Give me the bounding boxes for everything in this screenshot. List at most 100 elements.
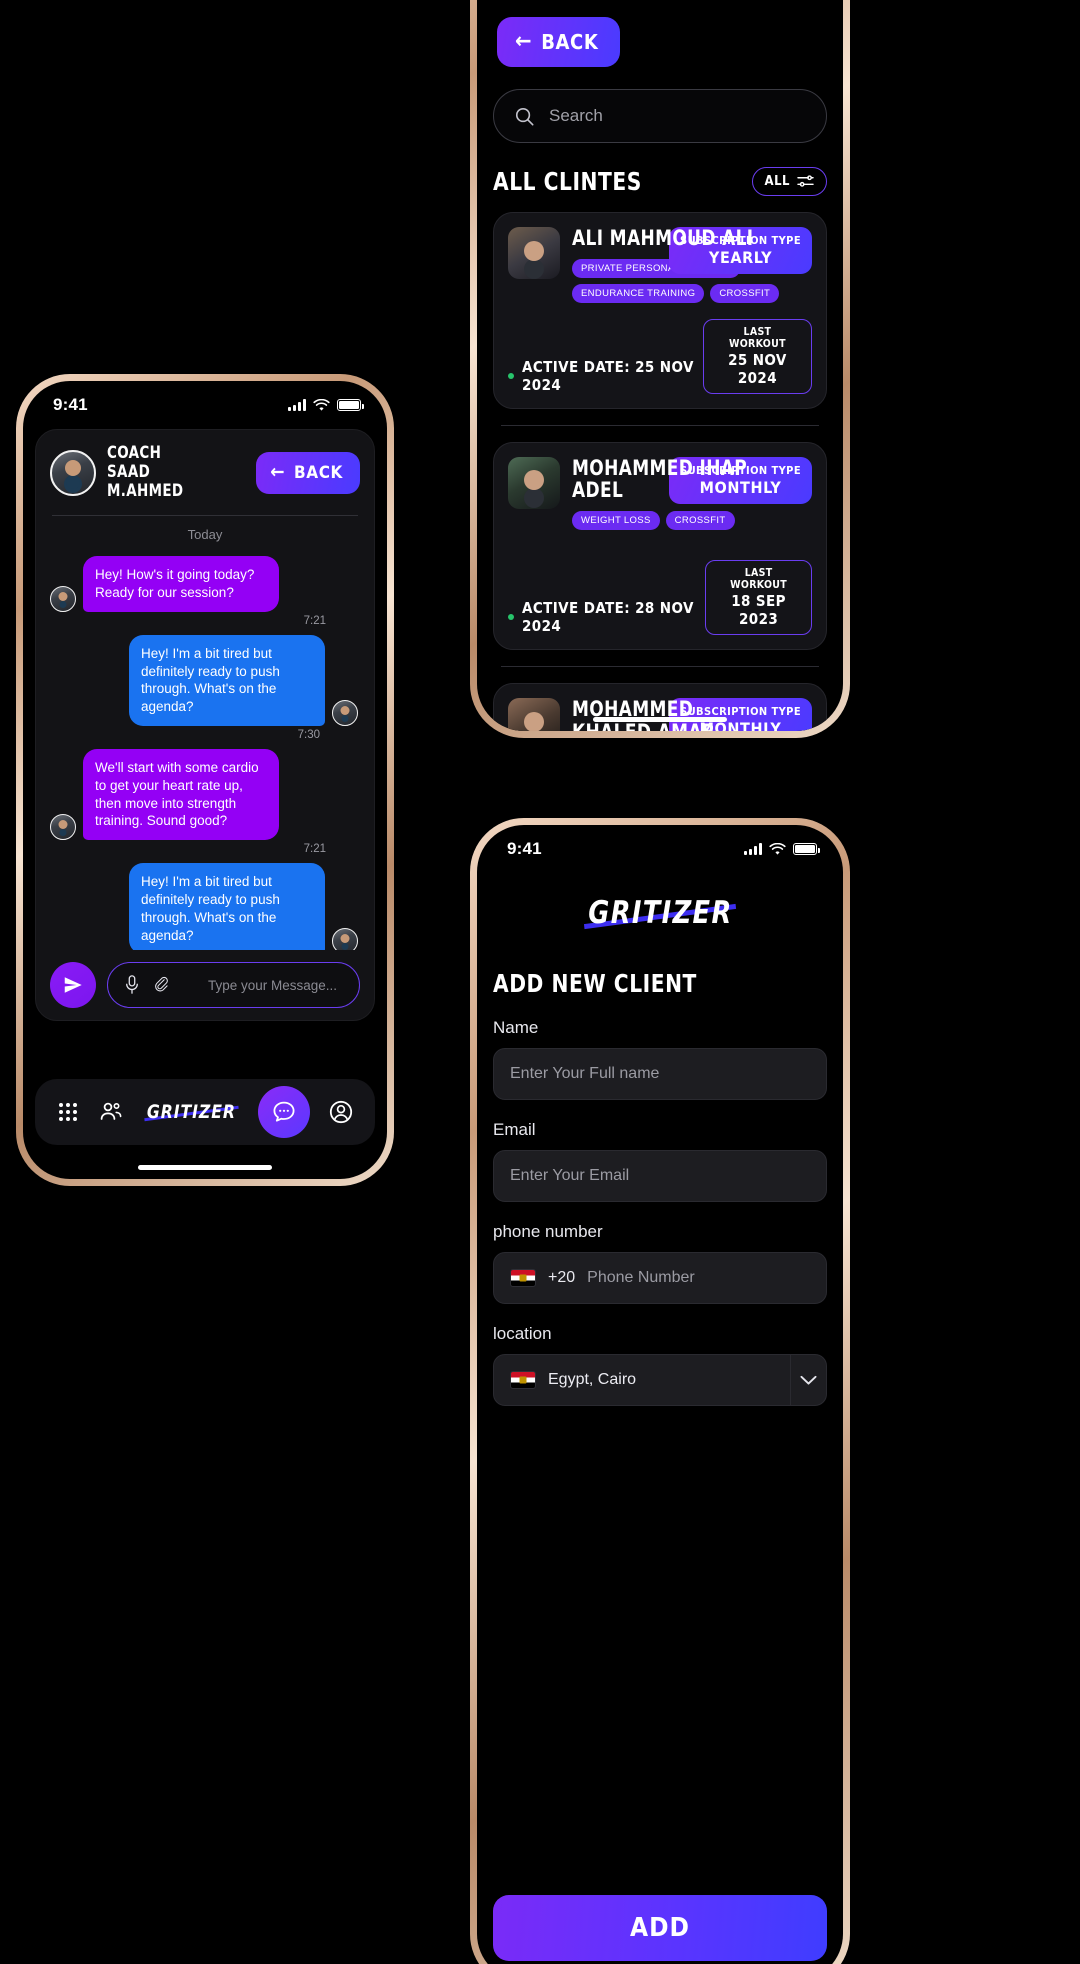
- last-workout-key: LAST WORKOUT: [729, 325, 786, 350]
- phone-field[interactable]: +20 Phone Number: [493, 1252, 827, 1304]
- paperclip-icon[interactable]: [152, 975, 171, 995]
- add-client-body: GRITIZER ADD NEW CLIENT Name Enter Your …: [477, 895, 843, 1406]
- name-label: Name: [493, 1018, 539, 1037]
- clients-back-button[interactable]: ← BACK: [497, 17, 621, 67]
- brand-logo-text: GRITIZER: [587, 895, 733, 931]
- day-separator: Today: [187, 527, 223, 543]
- tab-brand-home[interactable]: GRITIZER: [143, 1101, 240, 1123]
- phone-chat-mockup: 9:41 COACH SAAD M.AHMED ← BACK Today Hey…: [16, 374, 394, 1186]
- location-select[interactable]: Egypt, Cairo: [493, 1354, 827, 1406]
- client-tag: CROSSFIT: [665, 511, 735, 531]
- client-tag: CROSSFIT: [710, 283, 780, 303]
- tab-grid[interactable]: [56, 1100, 80, 1124]
- coach-role: COACH: [107, 443, 162, 463]
- client-name: ALI MAHMOUD ALI: [572, 226, 754, 250]
- client-active-date: ACTIVE DATE: 25 NOV 2024: [522, 357, 694, 394]
- last-workout-value: 25 NOV 2024: [728, 350, 787, 387]
- client-name: MOHAMMED KHALED AMAR: [572, 697, 715, 731]
- location-value: Egypt, Cairo: [548, 1371, 637, 1388]
- bottom-tab-bar: GRITIZER: [35, 1079, 375, 1145]
- brand-logo-wrap: GRITIZER: [493, 895, 827, 931]
- notch: [601, 825, 719, 849]
- message-bubble: We'll start with some cardio to get your…: [83, 748, 279, 841]
- coach-name-block: COACH SAAD M.AHMED: [107, 443, 245, 502]
- chat-card: COACH SAAD M.AHMED ← BACK Today Hey! How…: [35, 429, 375, 1021]
- email-field[interactable]: Enter Your Email: [493, 1150, 827, 1202]
- chevron-down-icon[interactable]: [790, 1355, 826, 1405]
- add-button[interactable]: ADD: [493, 1895, 827, 1961]
- filter-sliders-icon: [797, 175, 814, 187]
- profile-icon: [329, 1100, 352, 1124]
- email-label: Email: [493, 1120, 536, 1139]
- tab-messages[interactable]: [257, 1086, 310, 1138]
- status-dot: [508, 614, 514, 621]
- chat-icon: [273, 1101, 295, 1122]
- message-timestamp: 7:21: [303, 843, 326, 856]
- message-input[interactable]: Type your Message...: [107, 962, 360, 1008]
- phone-placeholder: Phone Number: [587, 1269, 695, 1286]
- clients-header: ALL CLINTES ALL: [493, 167, 827, 196]
- client-tag: WEIGHT LOSS: [572, 511, 660, 531]
- client-active-date-row: ACTIVE DATE: 28 NOV 2024: [508, 599, 705, 635]
- phone-clients-mockup: ← BACK Search ALL CLINTES ALL SUBSCRIPTI…: [470, 0, 850, 738]
- client-active-date-row: ACTIVE DATE: 25 NOV 2024: [508, 358, 703, 394]
- brand-logo: GRITIZER: [588, 895, 732, 931]
- microphone-icon[interactable]: [124, 975, 140, 995]
- last-workout-value: 18 SEP 2023: [731, 592, 786, 629]
- egypt-flag-icon: [510, 1371, 536, 1389]
- tab-profile[interactable]: [328, 1099, 354, 1125]
- message-avatar: [50, 814, 76, 841]
- message-avatar: [50, 585, 76, 612]
- brand-logo: GRITIZER: [146, 1101, 235, 1123]
- status-time: 9:41: [53, 395, 88, 414]
- search-input[interactable]: Search: [493, 89, 827, 143]
- battery-icon: [793, 843, 820, 855]
- screenshot-stage: 9:41 COACH SAAD M.AHMED ← BACK Today Hey…: [0, 0, 1080, 1964]
- message-bubble: Hey! I'm a bit tired but definitely read…: [129, 634, 325, 726]
- page-title: ADD NEW CLIENT: [493, 969, 697, 998]
- phone-dial-code: +20: [548, 1269, 576, 1286]
- client-tag: ENDURANCE TRAINING: [572, 283, 705, 303]
- client-card[interactable]: SUBSCRIPTION TYPE YEARLY ALI MAHMOUD ALI…: [493, 212, 827, 409]
- arrow-left-icon: ←: [515, 29, 533, 54]
- client-card[interactable]: SUBSCRIPTION TYPE MONTHLY MOHAMMED IHAP …: [493, 441, 827, 651]
- back-button[interactable]: ← BACK: [256, 451, 360, 494]
- notch: [146, 381, 264, 405]
- message-row: We'll start with some cardio to get your…: [50, 748, 358, 841]
- cellular-signal-icon: [744, 843, 762, 855]
- coach-full-name: SAAD M.AHMED: [107, 462, 184, 502]
- filter-button[interactable]: ALL: [751, 167, 827, 196]
- header-divider: [52, 515, 358, 517]
- wifi-icon: [313, 398, 330, 411]
- client-name: MOHAMMED IHAP ADEL: [572, 455, 748, 503]
- location-label: location: [493, 1324, 552, 1343]
- battery-icon: [337, 399, 364, 411]
- wifi-icon: [769, 842, 786, 855]
- phone-label: phone number: [493, 1222, 603, 1241]
- message-list[interactable]: Hey! How's it going today? Ready for our…: [50, 548, 360, 950]
- name-placeholder: Enter Your Full name: [510, 1065, 660, 1082]
- message-timestamp: 7:21: [303, 614, 326, 627]
- back-button-label: BACK: [294, 462, 343, 483]
- card-separator: [501, 424, 819, 426]
- message-input-placeholder: Type your Message...: [207, 977, 337, 993]
- client-card[interactable]: SUBSCRIPTION TYPE MONTHLY MOHAMMED KHALE…: [493, 683, 827, 731]
- message-row: Hey! How's it going today? Ready for our…: [50, 556, 358, 612]
- chat-screen: 9:41 COACH SAAD M.AHMED ← BACK Today Hey…: [23, 381, 387, 1179]
- message-bubble: Hey! How's it going today? Ready for our…: [83, 556, 279, 612]
- client-tags: WEIGHT LOSS CROSSFIT: [572, 511, 777, 531]
- tab-clients[interactable]: [98, 1101, 124, 1123]
- search-icon: [515, 107, 534, 126]
- cellular-signal-icon: [288, 399, 306, 411]
- clients-body: ← BACK Search ALL CLINTES ALL SUBSCRIPTI…: [477, 0, 843, 731]
- send-button[interactable]: [50, 962, 96, 1008]
- coach-avatar: [50, 449, 96, 496]
- message-avatar: [332, 699, 358, 726]
- client-active-date: ACTIVE DATE: 28 NOV 2024: [522, 599, 694, 636]
- filter-label: ALL: [764, 174, 790, 189]
- subscription-value: YEARLY: [708, 248, 773, 267]
- chat-header: COACH SAAD M.AHMED ← BACK: [50, 443, 360, 502]
- name-field[interactable]: Enter Your Full name: [493, 1048, 827, 1100]
- message-timestamp: 7:30: [297, 728, 320, 741]
- phone-add-client-mockup: 9:41 GRITIZER ADD NEW CLIENT Name Enter …: [470, 818, 850, 1964]
